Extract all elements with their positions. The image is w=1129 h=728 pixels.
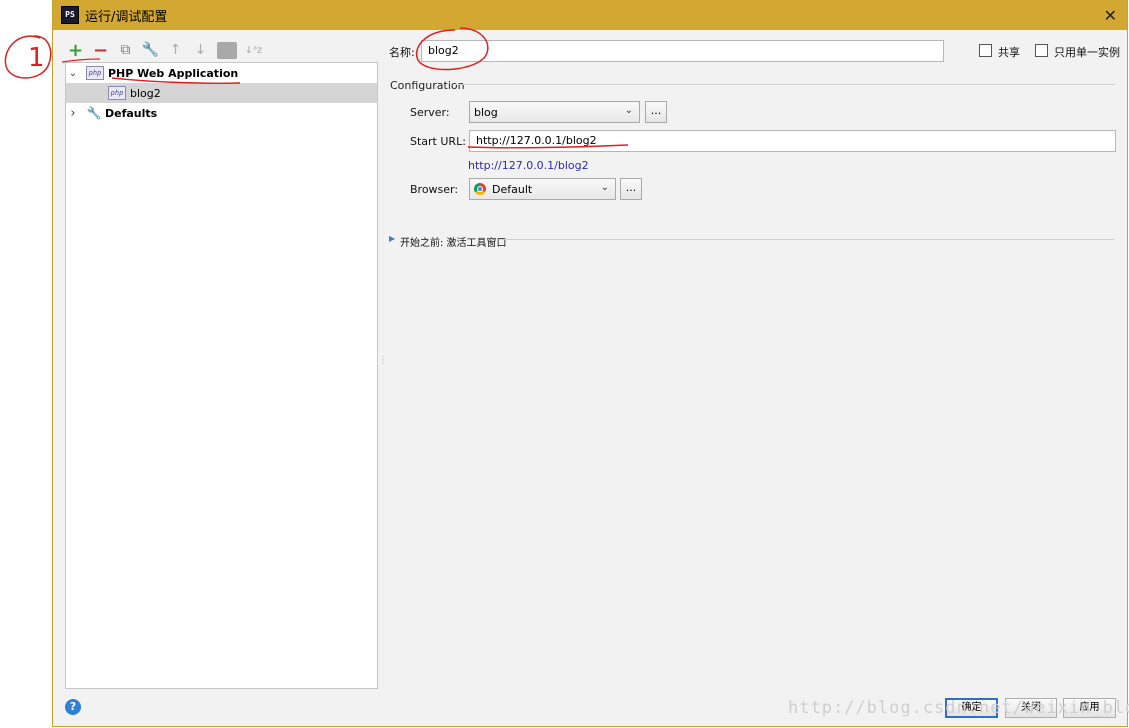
wrench-icon: 🔧 xyxy=(86,106,102,120)
browser-label: Browser: xyxy=(410,183,459,196)
start-url-field[interactable]: http://127.0.0.1/blog2 xyxy=(469,130,1116,152)
edit-defaults-icon[interactable]: 🔧 xyxy=(142,42,159,59)
tree-item-blog2[interactable]: php blog2 xyxy=(66,83,377,103)
move-down-icon[interactable]: ↓ xyxy=(192,42,209,59)
tree-item-defaults[interactable]: › 🔧 Defaults xyxy=(66,103,377,123)
server-value: blog xyxy=(474,105,498,119)
folder-icon[interactable] xyxy=(217,41,237,59)
config-tree: ⌄ php PHP Web Application php blog2 › 🔧 … xyxy=(65,62,378,689)
tree-item-label: blog2 xyxy=(130,86,161,100)
name-label: 名称: xyxy=(389,46,415,59)
name-field[interactable]: blog2 xyxy=(421,40,944,62)
tree-item-label: Defaults xyxy=(105,106,158,120)
browser-browse-button[interactable]: ... xyxy=(620,178,642,200)
window-title: 运行/调试配置 xyxy=(85,9,168,25)
move-up-icon[interactable]: ↑ xyxy=(167,42,184,59)
copy-config-icon[interactable]: ⧉ xyxy=(117,42,134,59)
share-label: 共享 xyxy=(998,46,1020,59)
tree-item-php-web-app[interactable]: ⌄ php PHP Web Application xyxy=(66,63,377,83)
single-instance-checkbox[interactable] xyxy=(1035,44,1048,57)
apply-button[interactable]: 应用 xyxy=(1063,698,1116,718)
before-launch-divider xyxy=(500,239,1114,240)
add-config-button[interactable]: + xyxy=(67,40,84,61)
start-url-label: Start URL: xyxy=(410,135,466,148)
section-divider xyxy=(455,84,1115,85)
phpstorm-app-icon: PS xyxy=(61,6,79,24)
chevron-down-icon[interactable]: ⌄ xyxy=(66,68,80,79)
php-icon: php xyxy=(86,66,104,80)
panel-splitter[interactable]: ⋮ xyxy=(378,355,388,366)
help-icon[interactable]: ? xyxy=(65,699,81,715)
remove-config-button[interactable]: − xyxy=(92,40,109,61)
close-icon[interactable]: ✕ xyxy=(1104,6,1117,25)
chevron-right-icon[interactable]: › xyxy=(66,106,80,121)
browser-value: Default xyxy=(492,182,533,196)
ok-button[interactable]: 确定 xyxy=(945,698,998,718)
triangle-right-icon[interactable]: ▶ xyxy=(389,234,395,243)
before-launch-section[interactable]: 开始之前: 激活工具窗口 xyxy=(400,234,507,249)
server-browse-button[interactable]: ... xyxy=(645,101,667,123)
chevron-down-icon: ⌄ xyxy=(624,105,633,116)
share-checkbox[interactable] xyxy=(979,44,992,57)
annotation-number: 1 xyxy=(28,43,45,73)
browser-select[interactable]: Default ⌄ xyxy=(469,178,616,200)
close-button[interactable]: 关闭 xyxy=(1005,698,1057,718)
server-select[interactable]: blog ⌄ xyxy=(469,101,640,123)
run-debug-config-dialog: PS 运行/调试配置 ✕ + − ⧉ 🔧 ↑ ↓ ↓ᵃz ⌄ php PHP W… xyxy=(52,0,1128,727)
section-title: Configuration xyxy=(390,79,465,92)
single-instance-label: 只用单一实例 xyxy=(1054,46,1120,59)
php-icon: php xyxy=(108,86,126,100)
chrome-icon xyxy=(474,183,486,195)
url-preview-link[interactable]: http://127.0.0.1/blog2 xyxy=(468,159,589,172)
tree-item-label: PHP Web Application xyxy=(108,66,239,80)
title-bar: PS 运行/调试配置 ✕ xyxy=(53,0,1127,30)
sort-icon[interactable]: ↓ᵃz xyxy=(245,42,263,59)
config-toolbar: + − ⧉ 🔧 ↑ ↓ ↓ᵃz xyxy=(67,40,263,61)
chevron-down-icon: ⌄ xyxy=(600,182,609,193)
server-label: Server: xyxy=(410,106,450,119)
